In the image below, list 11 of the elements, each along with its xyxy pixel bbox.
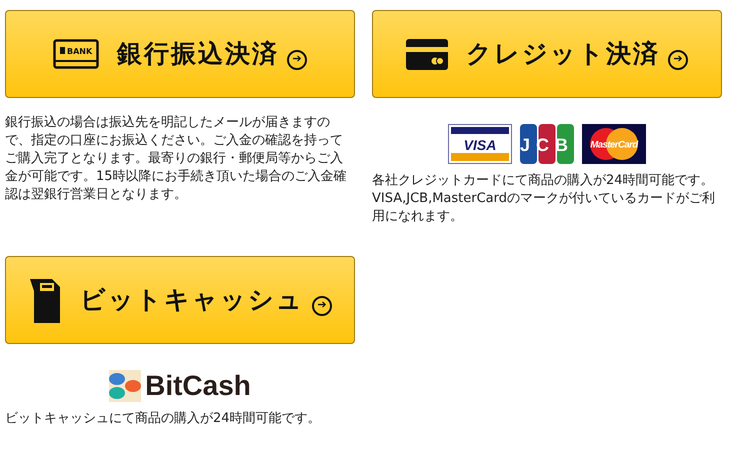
credit-card-icon (406, 38, 448, 70)
visa-logo: VISA (448, 124, 512, 164)
payment-button[interactable]: BANK 銀行振込決済 ➔ (5, 10, 355, 98)
bankbook-icon: BANK (53, 39, 99, 69)
bitcash-logo: BitCash (109, 370, 251, 402)
payment-description: ビットキャッシュにて商品の購入が24時間可能です。 (5, 410, 322, 428)
payment-description: 銀行振込の場合は振込先を明記したメールが届きますので、指定の口座にお振込ください。ご入金の確認を持ってご購入完了となります。最寄りの銀行・郵便局等からご入金が可能です。15時以降にお手続き頂いた場合のご入金確認は翌銀行営業日となります。 (5, 114, 348, 204)
payment-description: 各社クレジットカードにて商品の購入が24時間可能です。VISA,JCB,MasterCardのマークが付いているカードがご利用になれます。 (372, 172, 716, 226)
payment-button[interactable]: ビットキャッシュ ➔ (5, 256, 355, 344)
atm-icon (28, 277, 62, 323)
payment-button[interactable]: クレジット決済 ➔ (372, 10, 722, 98)
